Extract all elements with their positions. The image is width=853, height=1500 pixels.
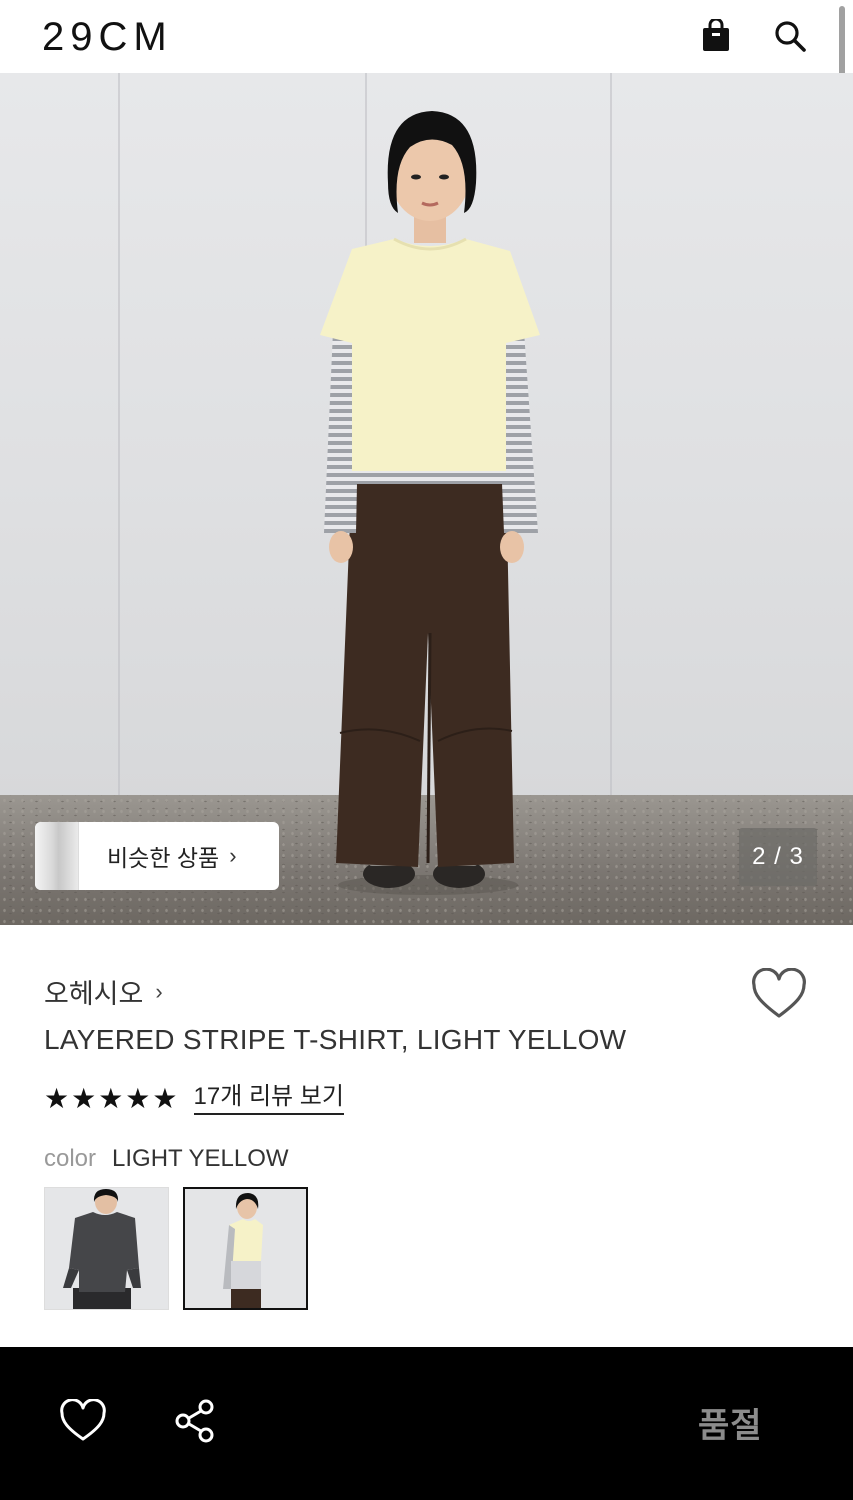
similar-products-button[interactable]: 비슷한 상품 › (35, 822, 279, 890)
star-rating: ★★★★★ (44, 1083, 180, 1114)
logo[interactable]: 29CM (42, 16, 173, 58)
rating-row: ★★★★★ 17개 리뷰 보기 (44, 1082, 344, 1116)
color-row: color LIGHT YELLOW (44, 1145, 289, 1173)
similar-products-label: 비슷한 상품 (107, 845, 220, 871)
soldout-button[interactable]: 품절 (698, 1398, 763, 1447)
brand-name: 오헤시오 (44, 979, 144, 1009)
chevron-right-icon: › (229, 843, 237, 868)
color-swatch-charcoal[interactable] (44, 1187, 169, 1310)
color-label: color (44, 1145, 97, 1172)
shopping-bag-icon[interactable] (696, 16, 736, 56)
color-value: LIGHT YELLOW (112, 1145, 289, 1172)
image-counter: 2 / 3 (739, 828, 817, 886)
heart-icon[interactable] (58, 1396, 108, 1446)
search-icon[interactable] (770, 16, 810, 56)
product-title: LAYERED STRIPE T-SHIRT, LIGHT YELLOW (44, 1024, 627, 1055)
top-header: 29CM (0, 0, 853, 73)
brand-link[interactable]: 오헤시오 › (44, 972, 163, 1011)
share-icon[interactable] (170, 1396, 220, 1446)
color-swatch-light-yellow[interactable] (183, 1187, 308, 1310)
similar-product-thumbnail (35, 822, 79, 890)
review-link[interactable]: 17개 리뷰 보기 (193, 1083, 344, 1115)
heart-icon[interactable] (750, 967, 808, 1022)
product-image-carousel[interactable]: 비슷한 상품 › 2 / 3 (0, 73, 853, 925)
model-figure (320, 111, 540, 895)
chevron-right-icon: › (155, 978, 163, 1004)
